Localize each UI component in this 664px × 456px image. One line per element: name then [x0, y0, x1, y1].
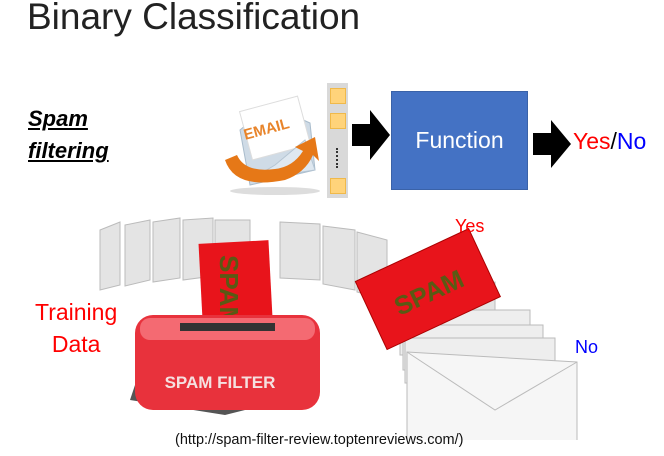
no-label: No	[575, 337, 599, 357]
yes-label: Yes	[455, 216, 485, 236]
ellipsis-dots	[336, 148, 340, 168]
training-line1: Training	[35, 299, 118, 325]
spam-filter-text: SPAM FILTER	[165, 373, 276, 392]
slide-title: Binary Classification	[27, 0, 361, 37]
output-label: Yes/No	[573, 128, 646, 155]
output-yes: Yes	[573, 128, 611, 154]
function-box: Function	[391, 91, 528, 190]
feature-cell	[330, 113, 346, 129]
citation: (http://spam-filter-review.toptenreviews…	[175, 432, 464, 448]
spam-filter-box: SPAM FILTER	[130, 315, 320, 415]
training-data-label: Training Data	[35, 296, 117, 360]
email-icon: EMAIL	[225, 95, 320, 195]
training-line2: Data	[51, 331, 101, 357]
feature-cell	[330, 88, 346, 104]
feature-cell	[330, 178, 346, 194]
spam-filter-illustration: SPAM SPAM SPAM FILTER	[99, 217, 578, 440]
arrow-right-icon	[352, 110, 390, 160]
output-no: No	[616, 128, 647, 154]
spam-label-line2: filtering	[28, 138, 109, 163]
spam-label-line1: Spam	[28, 106, 88, 131]
spam-filtering-label: Spam filtering	[28, 103, 109, 167]
arrow-right-icon	[533, 120, 571, 168]
feature-vector	[327, 83, 348, 198]
